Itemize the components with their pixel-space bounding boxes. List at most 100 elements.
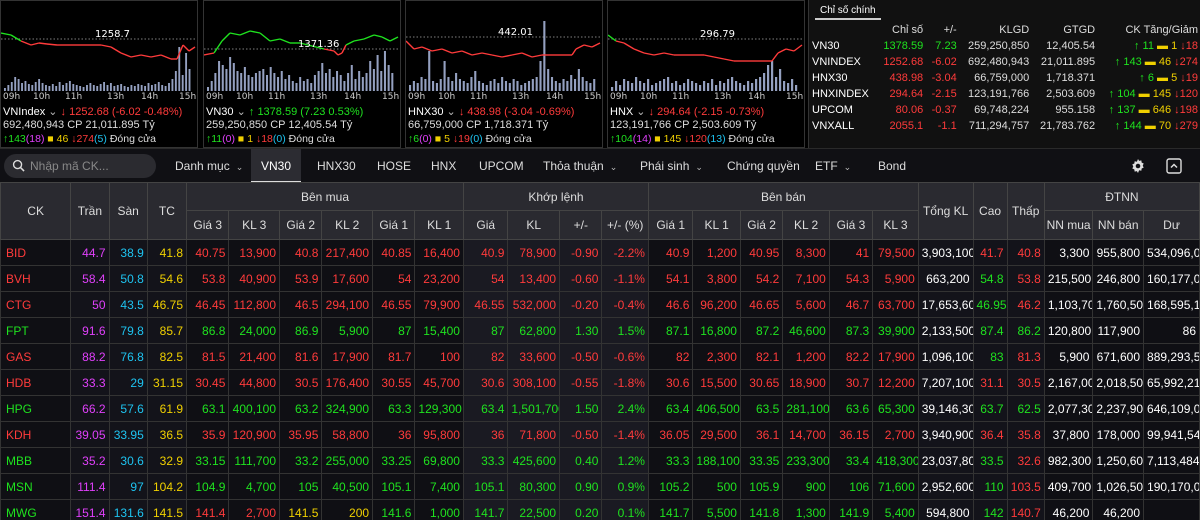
nav-tab-danh-mục[interactable]: Danh mục ⌄ [175,149,243,183]
col-sell-5[interactable]: KL 3 [872,210,919,240]
index-summary-line: HNX30 ⌄ ↓ 438.98 (-3.04 -0.69%) [408,105,574,118]
index-row[interactable]: HNX30 438.98 -3.04 66,759,000 1,718.371 ↑ 6 ▬… [809,70,1200,86]
col-buy-5[interactable]: KL 1 [414,210,464,240]
decliners-count: 274 [1179,56,1198,68]
price-line-segment [204,52,215,56]
volume-bar [615,81,618,91]
nav-tab-thỏa-thuận[interactable]: Thỏa thuận ⌄ [543,149,617,183]
col-match-2[interactable]: +/- [559,210,603,240]
price-line-segment [345,40,355,46]
index-table-header: KLGD [999,24,1030,36]
col-sell-1[interactable]: KL 1 [692,210,741,240]
volume-bar [695,83,698,91]
nav-tab-vn30[interactable]: VN30 [251,149,302,183]
floor-price: 97 [108,473,148,500]
bid-volume: 40,900 [228,265,281,292]
table-row[interactable]: MSN 111.4 97 104.2 104.9 4,700 105 40,500 105.1 7… [0,473,1200,500]
col-ceiling[interactable]: Trần [70,182,110,240]
col-high[interactable]: Cao [972,182,1008,240]
nav-tab-hose[interactable]: HOSE [377,149,411,183]
table-row[interactable]: KDH 39.05 33.95 36.5 35.9 120,900 35.95 58,800 3… [0,421,1200,448]
table-row[interactable]: BVH 58.4 50.8 54.6 53.8 40,900 53.9 17,600 54 23,… [0,265,1200,292]
low-price: 46.2 [1006,291,1045,318]
table-row[interactable]: BID 44.7 38.9 41.8 40.75 13,900 40.8 217,400 40.… [0,239,1200,266]
nav-tab-bond[interactable]: Bond [878,149,906,183]
table-row[interactable]: MWG 151.4 131.6 141.5 141.4 2,700 141.5 200 141.… [0,499,1200,520]
index-breadth: ↑ 6 ▬ 5 ↓19 [1098,70,1200,86]
col-sell-0[interactable]: Giá 1 [647,210,694,240]
col-sell-3[interactable]: KL 2 [782,210,830,240]
nav-tab-chứng-quyền[interactable]: Chứng quyền [727,149,800,183]
symbol-search[interactable] [4,154,156,178]
table-row[interactable]: CTG 50 43.5 46.75 46.45 112,800 46.5 294,100 46.… [0,291,1200,318]
symbol-search-input[interactable] [30,157,150,175]
nav-tab-etf[interactable]: ETF ⌄ [815,149,851,183]
group-buy: Bên mua [186,182,464,211]
col-sell-2[interactable]: Giá 2 [739,210,784,240]
market-status: Đóng cửa [485,133,532,145]
total-volume: 663,200 [917,265,974,292]
time-tick: 15h [786,92,804,102]
table-row[interactable]: FPT 91.6 79.8 85.7 86.8 24,000 86.9 5,900 87 15,4… [0,317,1200,344]
price-line-segment [188,46,196,52]
nav-tab-phái-sinh[interactable]: Phái sinh ⌄ [640,149,703,183]
nav-tab-upcom[interactable]: UPCOM [479,149,524,183]
index-mini-chart[interactable]: 1258.7 09h 10h 11h 13h 14h 15h VNIndex ⌄ ↓ 1252… [0,0,198,148]
unchanged-count: 646 [1152,104,1172,116]
table-row[interactable]: HDB 33.3 29 31.15 30.45 44,800 30.5 176,400 30.5… [0,369,1200,396]
collapse-icon[interactable] [1166,158,1182,174]
col-floor[interactable]: Sàn [108,182,148,240]
col-buy-4[interactable]: Giá 1 [372,210,416,240]
total-volume: 23,037,800 [917,447,974,474]
chevron-down-icon[interactable]: ⌄ [45,106,60,118]
col-match-3[interactable]: +/- (%) [601,210,649,240]
index-row[interactable]: HNXINDEX 294.64 -2.15 123,191,766 2,503.609 ↑… [809,86,1200,102]
col-foreign-0[interactable]: NN mua [1043,210,1094,240]
index-mini-chart[interactable]: 296.79 09h 10h 11h 13h 14h 15h HNX ⌄ ↓ 294.64 (… [607,0,805,148]
col-foreign-1[interactable]: NN bán [1092,210,1145,240]
arrow-down-icon: ↓ [253,133,262,145]
col-match-0[interactable]: Giá [462,210,509,240]
ceiling-price: 50 [70,291,110,318]
unchanged-count: 70 [1158,120,1172,132]
gear-icon[interactable] [1131,159,1145,173]
floor-price: 38.9 [108,239,148,266]
index-mini-chart[interactable]: 442.01 09h 10h 11h 13h 14h 15h HNX30 ⌄ ↓ 438.98… [405,0,603,148]
volume-bar [171,79,174,91]
col-foreign-2[interactable]: Dư [1143,210,1200,240]
paren-close: ) [359,106,364,118]
volume-bar [715,85,718,91]
col-match-1[interactable]: KL [507,210,561,240]
tab-main-indices[interactable]: Chỉ số chính [815,3,881,20]
index-change: -3.04 [931,72,957,84]
index-row[interactable]: UPCOM 80.06 -0.37 69,748,224 955.158 ↑ 137 ▬ … [809,102,1200,118]
col-low[interactable]: Thấp [1006,182,1045,240]
col-total-volume[interactable]: Tổng KL [917,182,974,240]
col-ck[interactable]: CK [0,182,72,240]
chevron-down-icon[interactable]: ⌄ [633,106,648,118]
col-sell-4[interactable]: Giá 3 [828,210,874,240]
index-mini-chart[interactable]: 1371.36 09h 10h 11h 13h 14h 15h VN30 ⌄ ↑ 1378.5… [203,0,401,148]
index-row[interactable]: VN30 1378.59 7.23 259,250,850 12,405.54 ↑ 11 … [809,38,1200,54]
col-buy-1[interactable]: KL 3 [228,210,281,240]
table-row[interactable]: MBB 35.2 30.6 32.9 33.15 111,700 33.2 255,000 33… [0,447,1200,474]
chevron-down-icon[interactable]: ⌄ [234,106,249,118]
unchanged-count: 145 [1152,88,1172,100]
table-row[interactable]: HPG 66.2 57.6 61.9 63.1 400,100 63.2 324,900 63.… [0,395,1200,422]
chevron-down-icon[interactable]: ⌄ [443,106,458,118]
index-row[interactable]: VNXALL 2055.1 -1.1 711,294,757 21,783.762 ↑ 1… [809,118,1200,134]
nav-tab-hnx[interactable]: HNX [431,149,456,183]
col-buy-0[interactable]: Giá 3 [186,210,230,240]
nav-tab-hnx30[interactable]: HNX30 [317,149,356,183]
col-reference[interactable]: TC [146,182,188,240]
ceiling-count: (14) [632,133,652,145]
col-buy-3[interactable]: KL 2 [321,210,374,240]
bid-volume: 5,900 [321,317,374,344]
foreign-sell: 2,237,900 [1092,395,1145,422]
ask-volume: 281,100 [782,395,830,422]
index-value: 2055.1 [889,120,924,132]
col-buy-2[interactable]: Giá 2 [279,210,323,240]
index-row[interactable]: VNINDEX 1252.68 -6.02 692,480,943 21,011.895… [809,54,1200,70]
volume-bar [435,83,438,91]
table-row[interactable]: GAS 88.2 76.8 82.5 81.5 21,400 81.6 17,900 81.7 1… [0,343,1200,370]
